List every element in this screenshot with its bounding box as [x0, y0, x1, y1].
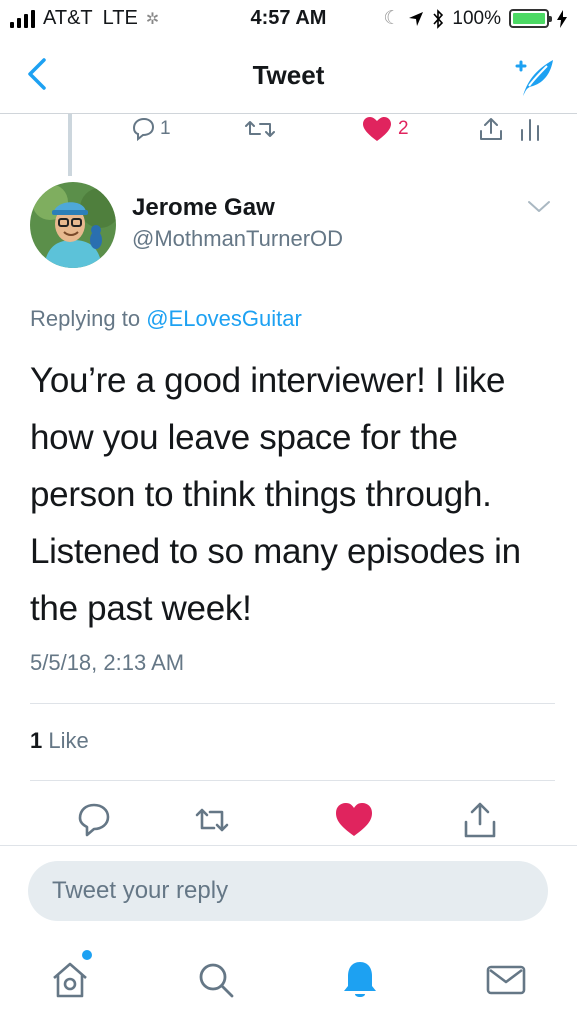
compose-tweet-icon[interactable]: [509, 52, 557, 100]
reply-input[interactable]: Tweet your reply: [28, 861, 548, 921]
charging-icon: [557, 9, 567, 28]
replying-prefix: Replying to: [30, 306, 141, 331]
divider: [30, 780, 555, 781]
home-notification-dot: [82, 950, 92, 960]
prev-reply-action[interactable]: 1: [130, 116, 171, 142]
divider: [0, 845, 577, 846]
author-handle[interactable]: @MothmanTurnerOD: [132, 226, 343, 252]
share-icon: [480, 118, 502, 140]
tweet-text: You’re a good interviewer! I like how yo…: [30, 361, 521, 628]
prev-like-count: 2: [398, 118, 409, 139]
likes-count: 1: [30, 728, 43, 753]
location-icon: [409, 11, 424, 26]
search-icon[interactable]: [192, 956, 240, 1004]
prev-like-action[interactable]: 2: [362, 116, 409, 142]
bluetooth-icon: [433, 8, 444, 29]
reply-placeholder: Tweet your reply: [52, 877, 229, 904]
likes-summary[interactable]: 1 Like: [30, 728, 89, 754]
author-name[interactable]: Jerome Gaw: [132, 194, 275, 222]
do-not-disturb-icon: ☾: [383, 8, 401, 29]
tweet-timestamp: 5/5/18, 2:13 AM: [30, 650, 185, 675]
page-title: Tweet: [252, 60, 325, 90]
divider: [30, 703, 555, 704]
status-right: ☾ 100%: [383, 7, 567, 30]
prev-retweet-action[interactable]: [244, 116, 276, 142]
reply-icon[interactable]: [74, 800, 114, 840]
previous-tweet-actions: 1 2: [0, 114, 577, 150]
tweet-actions: [0, 800, 577, 840]
heart-filled-icon[interactable]: [334, 800, 374, 840]
prev-analytics-action[interactable]: [518, 116, 542, 142]
home-icon[interactable]: [46, 956, 94, 1004]
heart-filled-icon: [363, 117, 391, 141]
battery-percent: 100%: [452, 7, 501, 29]
messages-icon[interactable]: [482, 956, 530, 1004]
reply-icon: [132, 117, 155, 142]
likes-label: Like: [48, 728, 89, 753]
battery-icon: [509, 9, 552, 28]
replying-mention-link[interactable]: @ELovesGuitar: [146, 306, 302, 331]
status-bar: AT&T LTE ✲ 4:57 AM ☾ 100%: [0, 0, 577, 40]
retweet-icon: [245, 121, 275, 137]
replying-to: Replying to @ELovesGuitar: [30, 306, 302, 332]
analytics-icon: [521, 119, 539, 141]
chevron-down-icon[interactable]: [526, 196, 552, 216]
avatar[interactable]: [30, 182, 116, 268]
prev-reply-count: 1: [160, 118, 171, 139]
retweet-icon[interactable]: [192, 800, 232, 840]
notifications-bell-icon[interactable]: [336, 956, 384, 1004]
share-icon[interactable]: [460, 800, 500, 840]
avatar-image: [30, 182, 116, 268]
navigation-bar: Tweet: [0, 40, 577, 114]
prev-share-action[interactable]: [478, 116, 504, 142]
